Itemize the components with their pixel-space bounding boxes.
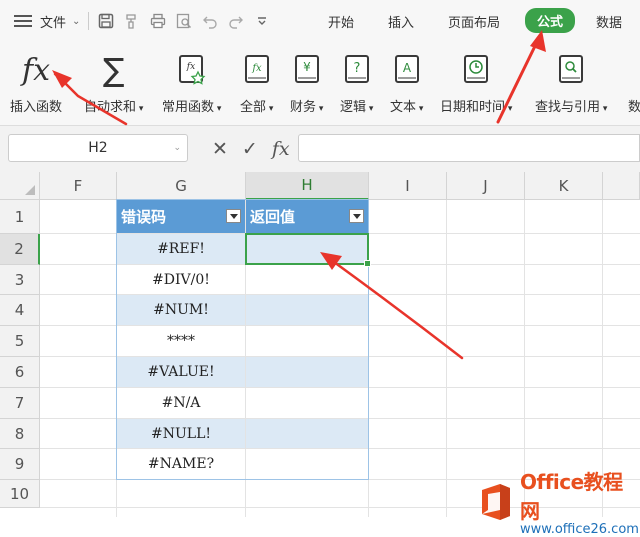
table-cell[interactable]: #NAME?: [117, 449, 245, 479]
office-logo-icon: [476, 482, 514, 522]
row-header-8[interactable]: 8: [0, 419, 40, 449]
chevron-down-icon[interactable]: ⌄: [173, 143, 181, 153]
filter-dropdown-icon[interactable]: [349, 209, 364, 223]
svg-text:fx: fx: [251, 63, 262, 74]
svg-text:A: A: [403, 61, 412, 75]
table-cell[interactable]: ****: [117, 326, 245, 356]
formula-bar: H2 ⌄ ✕ ✓ fx: [0, 126, 640, 172]
tab-insert[interactable]: 插入: [388, 12, 414, 31]
format-painter-icon[interactable]: [123, 12, 141, 30]
svg-text:?: ?: [353, 61, 360, 76]
row-header-1[interactable]: 1: [0, 200, 40, 234]
table-cell[interactable]: [246, 295, 368, 325]
all-functions-icon: fx: [243, 50, 271, 90]
sum-icon: ∑: [102, 51, 125, 89]
save-icon[interactable]: [97, 12, 115, 30]
all-functions-button[interactable]: fx 全部 ▾: [240, 50, 273, 115]
column-header-j[interactable]: J: [447, 172, 525, 200]
common-functions-button[interactable]: fx 常用函数 ▾: [162, 50, 221, 115]
select-all-corner[interactable]: [0, 172, 40, 200]
row-header-10[interactable]: 10: [0, 480, 40, 508]
logic-icon: ?: [343, 50, 371, 90]
tab-data[interactable]: 数据: [596, 12, 622, 31]
ribbon: fx 插入函数 ∑ 自动求和 ▾ fx 常用函数 ▾ fx 全部 ▾ ¥ 财务 …: [0, 42, 640, 126]
table-cell[interactable]: #VALUE!: [117, 357, 245, 387]
table-cell[interactable]: #DIV/0!: [117, 265, 245, 294]
table-cell[interactable]: [246, 357, 368, 387]
insert-function-button[interactable]: fx 插入函数: [10, 50, 62, 116]
row-header-6[interactable]: 6: [0, 357, 40, 388]
column-header-i[interactable]: I: [369, 172, 447, 200]
row-header-4[interactable]: 4: [0, 295, 40, 326]
print-icon[interactable]: [149, 12, 167, 30]
date-time-icon: [462, 50, 490, 90]
math-button[interactable]: 数: [628, 50, 640, 115]
common-functions-icon: fx: [178, 50, 206, 90]
column-header-f[interactable]: F: [40, 172, 117, 200]
active-cell-h2[interactable]: [245, 233, 371, 267]
finance-icon: ¥: [293, 50, 321, 90]
svg-text:¥: ¥: [303, 60, 311, 74]
row-header-2[interactable]: 2: [0, 234, 40, 265]
lookup-icon: [557, 50, 585, 90]
autosum-button[interactable]: ∑ 自动求和 ▾: [84, 50, 143, 115]
formula-input[interactable]: [298, 134, 640, 162]
table-cell[interactable]: #NULL!: [117, 419, 245, 448]
tab-formulas[interactable]: 公式: [525, 8, 576, 33]
cancel-icon[interactable]: ✕: [212, 138, 228, 160]
table-cell[interactable]: #REF!: [117, 234, 245, 264]
filter-dropdown-icon[interactable]: [226, 209, 241, 223]
watermark: Office教程网 www.office26.com: [476, 466, 640, 537]
undo-icon[interactable]: [201, 12, 219, 30]
tab-start[interactable]: 开始: [328, 12, 354, 31]
logic-button[interactable]: ? 逻辑 ▾: [340, 50, 373, 115]
menu-bar: 文件 ⌄ 开始 插入 页面布局 公式 数据: [0, 0, 640, 42]
column-header-k[interactable]: K: [525, 172, 603, 200]
name-box[interactable]: H2 ⌄: [8, 134, 188, 162]
table-cell[interactable]: #N/A: [117, 388, 245, 418]
fx-icon: fx: [21, 52, 51, 88]
print-preview-icon[interactable]: [175, 12, 193, 30]
svg-text:fx: fx: [185, 62, 194, 72]
tab-page-layout[interactable]: 页面布局: [448, 12, 500, 31]
file-menu[interactable]: 文件: [40, 12, 66, 31]
redo-icon[interactable]: [227, 12, 245, 30]
text-icon: A: [393, 50, 421, 90]
lookup-reference-button[interactable]: 查找与引用 ▾: [535, 50, 607, 115]
row-header-9[interactable]: 9: [0, 449, 40, 480]
customize-toolbar-icon[interactable]: [253, 12, 271, 30]
separator: [88, 12, 90, 30]
row-header-7[interactable]: 7: [0, 388, 40, 419]
column-header-h[interactable]: H: [246, 172, 369, 200]
row-header-5[interactable]: 5: [0, 326, 40, 357]
hamburger-menu-icon[interactable]: [14, 15, 32, 27]
confirm-icon[interactable]: ✓: [242, 138, 258, 160]
table-header-error-code[interactable]: 错误码: [117, 200, 245, 233]
row-header-3[interactable]: 3: [0, 265, 40, 295]
text-button[interactable]: A 文本 ▾: [390, 50, 423, 115]
table-cell[interactable]: #NUM!: [117, 295, 245, 325]
table-header-return-value[interactable]: 返回值: [246, 200, 368, 233]
date-time-button[interactable]: 日期和时间 ▾: [440, 50, 512, 115]
chevron-down-icon[interactable]: ⌄: [72, 16, 80, 27]
fx-icon[interactable]: fx: [272, 138, 290, 160]
table-cell[interactable]: [246, 419, 368, 448]
column-header-next[interactable]: [603, 172, 640, 200]
column-header-g[interactable]: G: [117, 172, 246, 200]
finance-button[interactable]: ¥ 财务 ▾: [290, 50, 323, 115]
